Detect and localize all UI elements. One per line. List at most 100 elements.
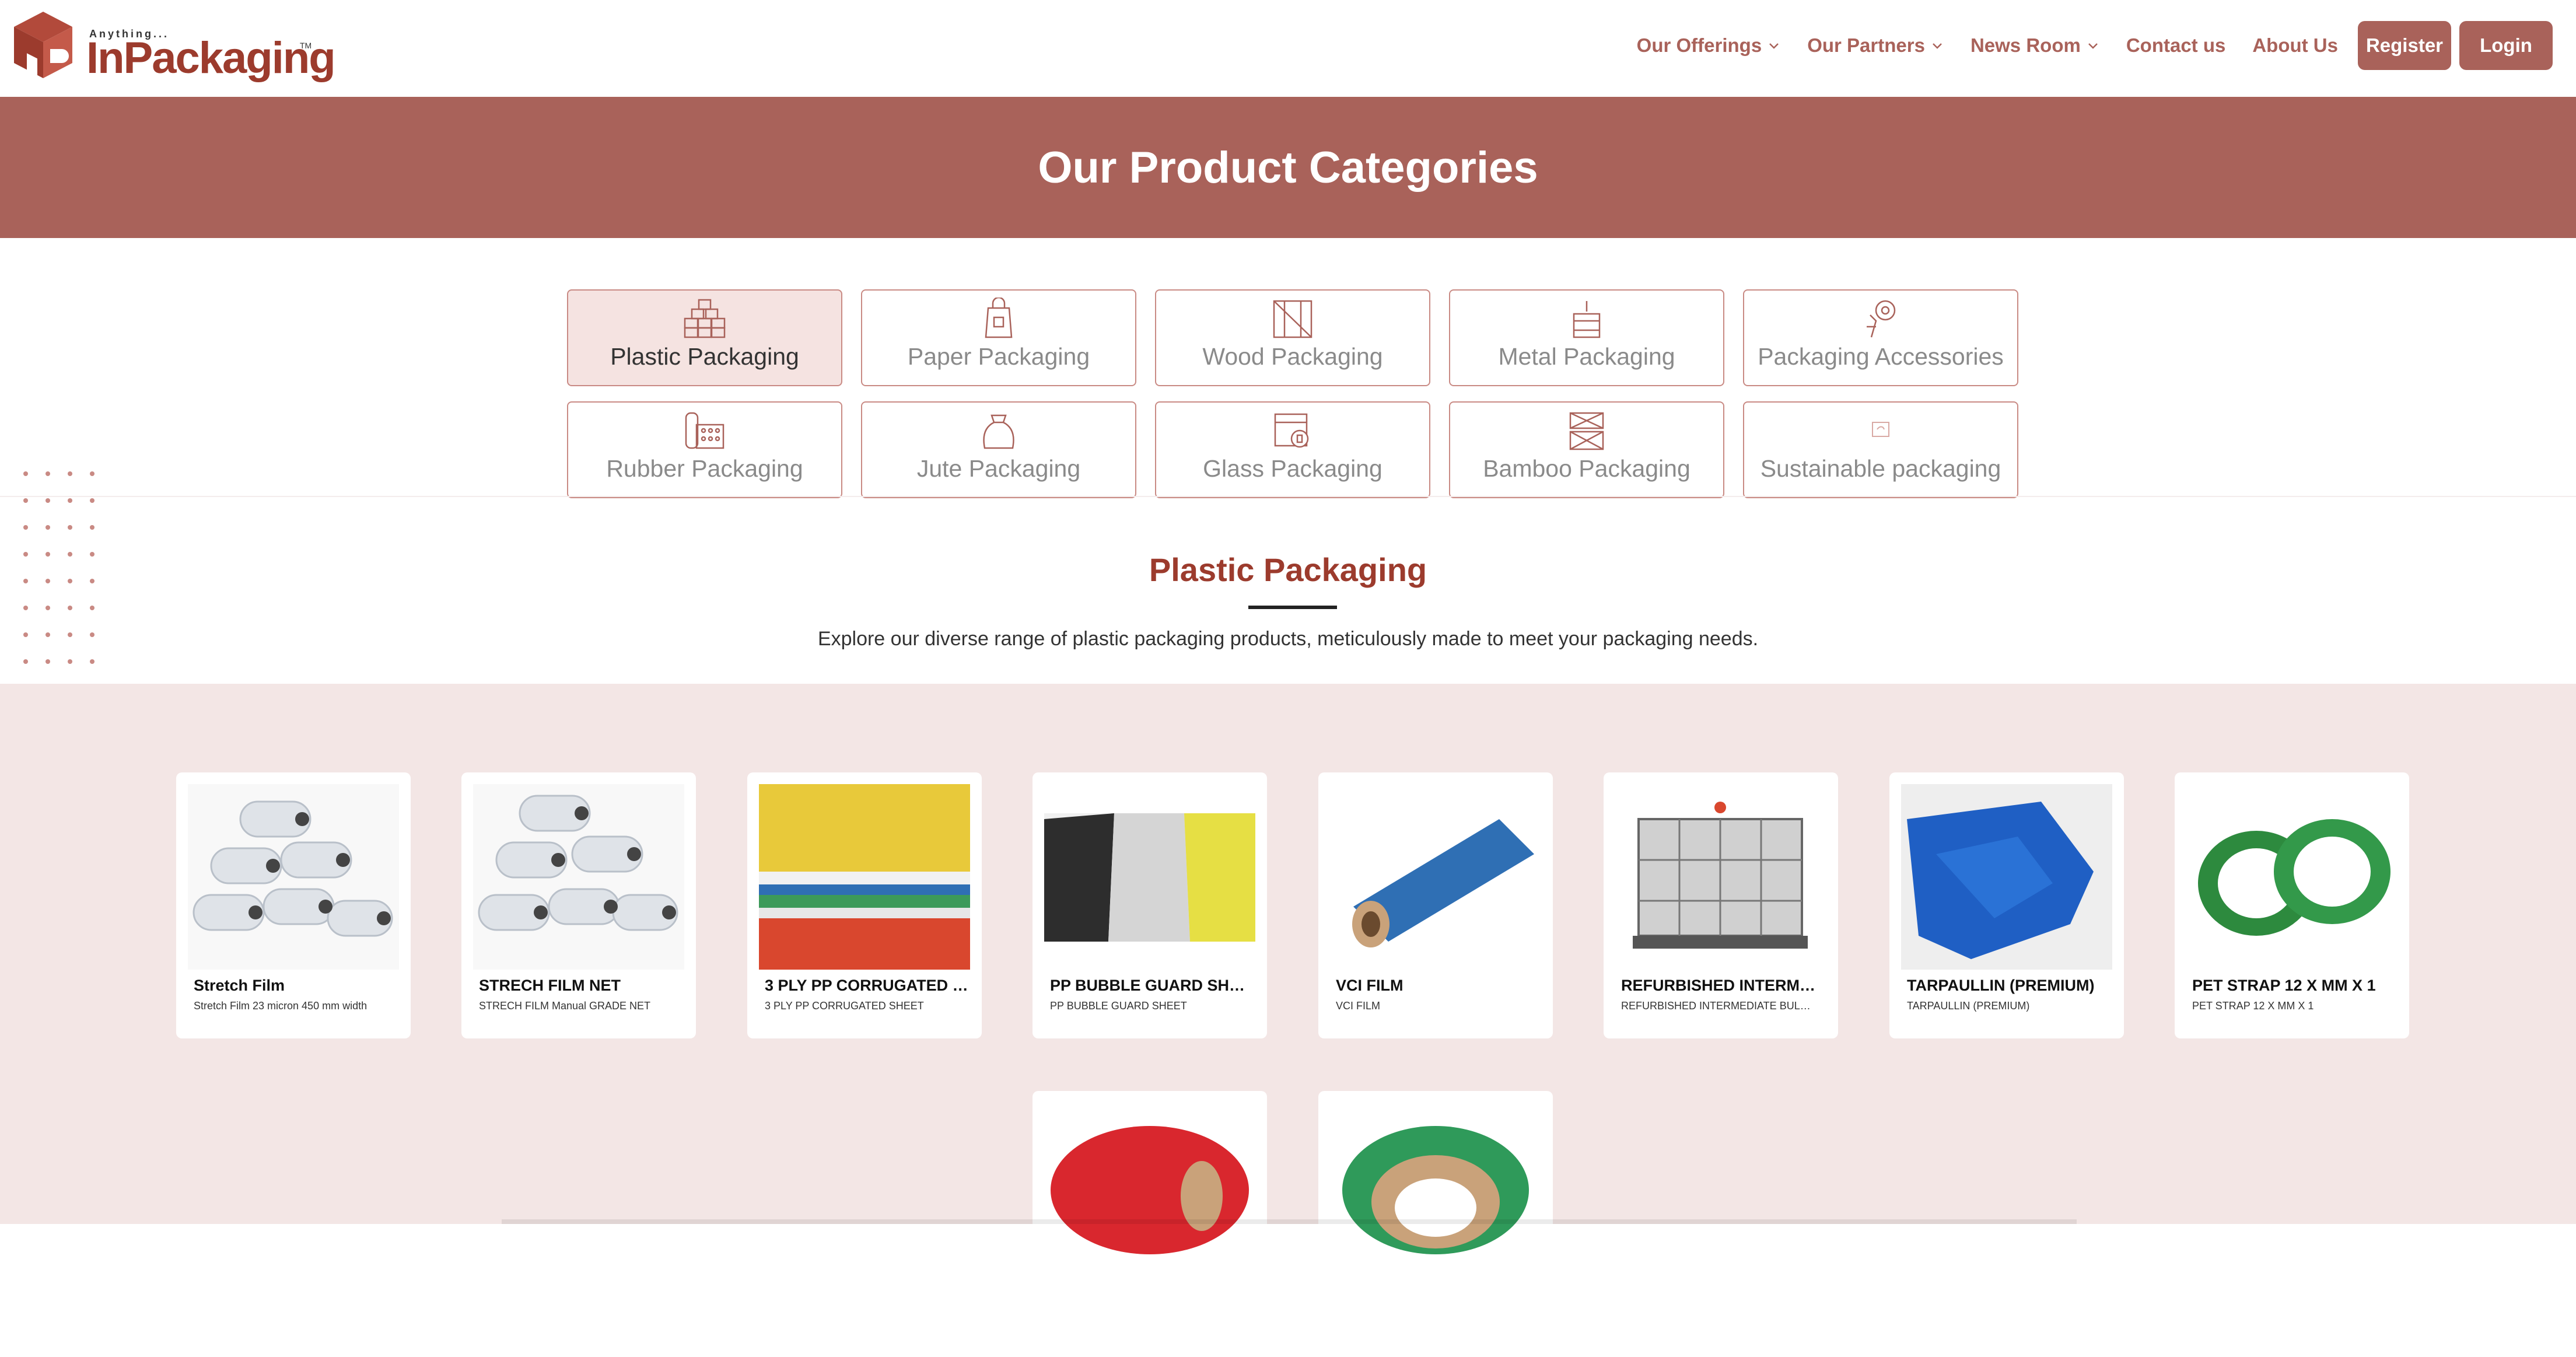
chevron-down-icon [1933, 43, 1942, 49]
logo-wordmark: InPackaging [86, 33, 336, 83]
ibc-tank-image [1633, 802, 1808, 949]
category-label: Metal Packaging [1498, 343, 1675, 370]
category-label: Wood Packaging [1202, 343, 1383, 370]
tape-roll-icon [1867, 300, 1896, 338]
category-label: Glass Packaging [1203, 455, 1382, 482]
product-card[interactable]: Stretch Film Stretch Film 23 micron 450 … [176, 772, 411, 1038]
jute-sack-icon [983, 414, 1014, 449]
product-image-stretch-film-net [473, 784, 684, 970]
category-metal-packaging[interactable]: Metal Packaging [1449, 289, 1724, 386]
product-name: STRECH FILM NET [479, 977, 621, 994]
product-subtitle: REFURBISHED INTERMEDIATE BULK CONTAINER [1621, 1000, 1814, 1012]
product-image-stretch-film [188, 784, 399, 970]
paper-bag-icon [985, 298, 1013, 338]
product-image-pet-strap [2186, 784, 2398, 970]
nav-news-room[interactable]: News Room [1971, 34, 2099, 57]
register-button[interactable]: Register [2358, 21, 2451, 70]
product-subtitle: PP BUBBLE GUARD SHEET [1050, 1000, 1187, 1012]
category-label: Bamboo Packaging [1483, 455, 1690, 482]
nav-about-us[interactable]: About Us [2252, 34, 2338, 57]
site-logo[interactable]: Anything... InPackaging TM [12, 11, 336, 81]
product-card[interactable]: REFURBISHED INTERMEDIATE BULK CONTAINER … [1604, 772, 1838, 1038]
product-card[interactable]: 3 PLY PP CORRUGATED SHEET 3 PLY PP CORRU… [747, 772, 982, 1038]
chevron-down-icon [1769, 43, 1779, 49]
category-label: Rubber Packaging [606, 455, 803, 482]
nav-contact-us[interactable]: Contact us [2126, 34, 2226, 57]
section-title: Plastic Packaging [1149, 551, 1427, 588]
nav-our-offerings[interactable]: Our Offerings [1637, 34, 1781, 57]
category-label: Sustainable packaging [1760, 455, 2001, 482]
metal-drum-icon [1573, 301, 1601, 338]
product-card[interactable]: PP BUBBLE GUARD SHEET PP BUBBLE GUARD SH… [1032, 772, 1267, 1038]
category-label: Plastic Packaging [610, 343, 799, 370]
category-label: Paper Packaging [907, 343, 1090, 370]
product-card[interactable]: STRECH FILM NET STRECH FILM Manual GRADE… [461, 772, 696, 1038]
product-card[interactable] [1318, 1091, 1553, 1357]
page-title: Our Product Categories [1038, 142, 1538, 193]
chat-widget-shadow [502, 1219, 2077, 1224]
product-name: 3 PLY PP CORRUGATED SHEET [765, 977, 969, 994]
green-strap-image [2198, 819, 2390, 936]
product-subtitle: TARPAULLIN (PREMIUM) [1907, 1000, 2030, 1012]
category-rubber-packaging[interactable]: Rubber Packaging [567, 401, 842, 498]
product-card[interactable]: TARPAULLIN (PREMIUM) TARPAULLIN (PREMIUM… [1889, 772, 2124, 1038]
product-name: Stretch Film [194, 977, 285, 994]
section-divider [0, 496, 2576, 497]
page-banner: Our Product Categories [0, 97, 2576, 238]
bubble-guard-image [1044, 813, 1255, 942]
product-name: PP BUBBLE GUARD SHEET [1050, 977, 1254, 994]
film-rolls-image [473, 784, 684, 970]
blue-roll-image [1352, 819, 1534, 947]
product-card[interactable]: PET STRAP 12 X MM X 1 PET STRAP 12 X MM … [2175, 772, 2409, 1038]
section-description: Explore our diverse range of plastic pac… [817, 628, 1759, 650]
category-paper-packaging[interactable]: Paper Packaging [861, 289, 1136, 386]
film-rolls-image [188, 784, 399, 970]
logo-cube-icon [14, 12, 72, 79]
logo-trademark: TM [300, 41, 312, 50]
glass-box-icon [1274, 413, 1309, 448]
category-label: Jute Packaging [916, 455, 1081, 482]
product-subtitle: PET STRAP 12 X MM X 1 [2192, 1000, 2314, 1012]
nav-label: Contact us [2126, 34, 2226, 56]
products-area: Stretch Film Stretch Film 23 micron 450 … [0, 684, 2576, 1357]
section-title-underline [1248, 606, 1337, 609]
site-header: Anything... InPackaging TM Our Offerings… [0, 0, 2576, 97]
product-subtitle: Stretch Film 23 micron 450 mm width [194, 1000, 368, 1012]
boxes-stack-icon [684, 299, 726, 338]
product-image-green-coil [1330, 1103, 1541, 1288]
category-packaging-accessories[interactable]: Packaging Accessories [1743, 289, 2018, 386]
product-image-ibc-container [1615, 784, 1826, 970]
tarpaulin-image [1901, 784, 2112, 970]
product-image-bubble-guard-sheet [1044, 784, 1255, 970]
nav-our-partners[interactable]: Our Partners [1807, 34, 1944, 57]
product-image-red-strap [1044, 1103, 1255, 1288]
nav-label: About Us [2252, 34, 2338, 56]
product-name: PET STRAP 12 X MM X 1 [2192, 977, 2376, 994]
eco-box-icon [1872, 422, 1889, 437]
category-plastic-packaging[interactable]: Plastic Packaging [567, 289, 842, 386]
main-nav: Our Offerings Our Partners News Room Con… [1610, 21, 2553, 70]
login-button[interactable]: Login [2459, 21, 2553, 70]
nav-label: Our Offerings [1636, 34, 1762, 56]
product-subtitle: STRECH FILM Manual GRADE NET [479, 1000, 651, 1012]
product-subtitle: 3 PLY PP CORRUGATED SHEET [765, 1000, 924, 1012]
product-card[interactable]: VCI FILM VCI FILM [1318, 772, 1553, 1038]
bubble-roll-icon [685, 412, 724, 449]
category-wood-packaging[interactable]: Wood Packaging [1155, 289, 1430, 386]
nav-label: News Room [1970, 34, 2081, 56]
product-name: REFURBISHED INTERMEDIATE BULK CONTAINER [1621, 977, 1825, 994]
bamboo-crate-icon [1569, 412, 1604, 450]
category-sustainable-packaging[interactable]: Sustainable packaging [1743, 401, 2018, 498]
product-image-corrugated-sheet [759, 784, 970, 970]
category-glass-packaging[interactable]: Glass Packaging [1155, 401, 1430, 498]
category-bamboo-packaging[interactable]: Bamboo Packaging [1449, 401, 1724, 498]
green-coil-image [1342, 1126, 1529, 1254]
chevron-down-icon [2088, 43, 2098, 49]
product-name: VCI FILM [1336, 977, 1404, 994]
product-image-tarpaulin [1901, 784, 2112, 970]
wood-crate-icon [1273, 300, 1312, 338]
product-name: TARPAULLIN (PREMIUM) [1907, 977, 2095, 994]
product-card[interactable] [1032, 1091, 1267, 1357]
category-jute-packaging[interactable]: Jute Packaging [861, 401, 1136, 498]
product-image-vci-film [1330, 784, 1541, 970]
